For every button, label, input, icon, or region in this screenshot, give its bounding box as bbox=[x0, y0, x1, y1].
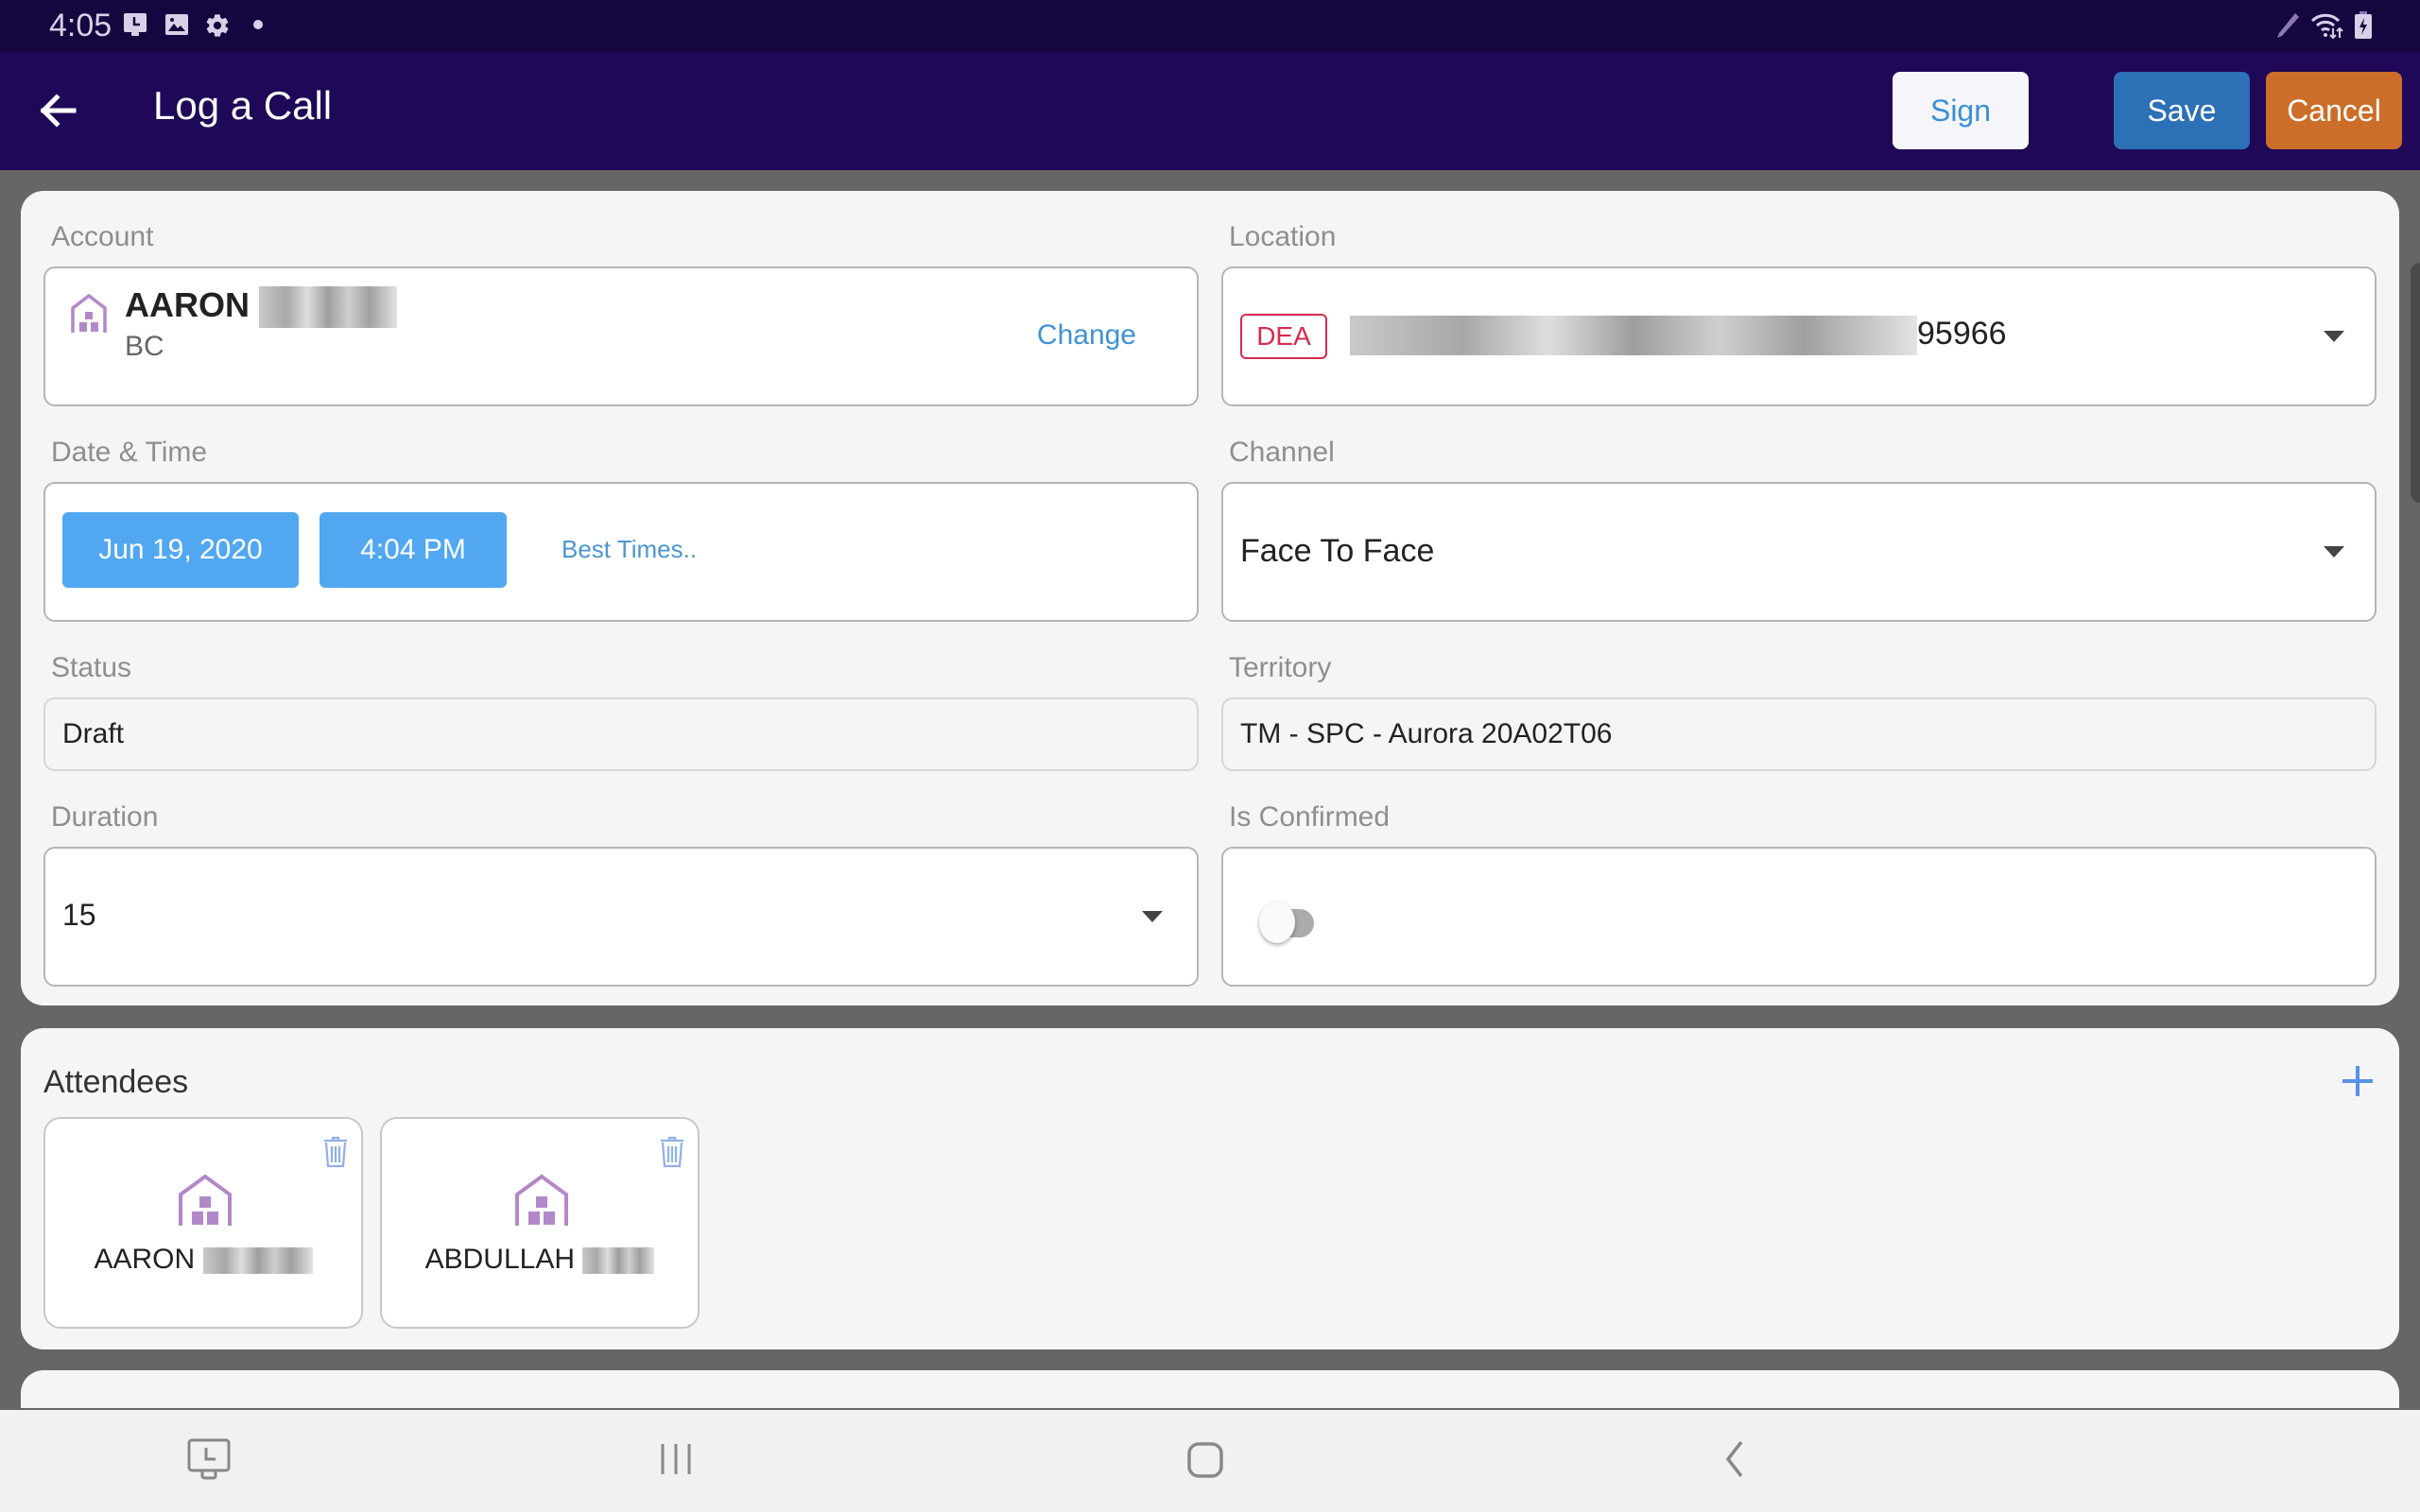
status-bar: 4:05 bbox=[0, 0, 2420, 51]
nav-screenshot-button[interactable] bbox=[185, 1438, 242, 1486]
location-label: Location bbox=[1229, 221, 1337, 252]
best-times-link[interactable]: Best Times.. bbox=[562, 535, 697, 564]
chevron-left-icon bbox=[1725, 1440, 1743, 1478]
chevron-down-icon bbox=[2324, 331, 2344, 342]
account-label: Account bbox=[51, 221, 154, 252]
redacted-text bbox=[259, 286, 398, 329]
next-section-card bbox=[21, 1370, 2399, 1408]
cancel-button[interactable]: Cancel bbox=[2266, 72, 2402, 149]
date-picker-button[interactable]: Jun 19, 2020 bbox=[62, 512, 299, 588]
redacted-text bbox=[202, 1247, 313, 1275]
recents-icon bbox=[661, 1444, 691, 1474]
trash-icon[interactable] bbox=[323, 1136, 348, 1168]
nav-back-button[interactable] bbox=[1711, 1438, 1768, 1486]
dea-badge: DEA bbox=[1240, 314, 1327, 359]
call-details-card: Account AARON BC Change Location DEA 959… bbox=[21, 191, 2399, 1005]
app-bar: Log a Call Sign Save Cancel bbox=[0, 51, 2420, 170]
location-dropdown[interactable]: DEA 95966 bbox=[1221, 266, 2377, 406]
wifi-data-icon bbox=[2310, 11, 2344, 40]
duration-value: 15 bbox=[62, 898, 96, 932]
settings-gear-icon bbox=[204, 12, 231, 39]
save-button[interactable]: Save bbox=[2114, 72, 2250, 149]
attendee-name: AARON bbox=[45, 1244, 361, 1276]
arrow-left-icon bbox=[40, 94, 77, 128]
system-nav-bar bbox=[0, 1410, 2420, 1512]
image-icon bbox=[164, 12, 189, 37]
scrollbar-handle[interactable] bbox=[2411, 263, 2420, 503]
plus-icon bbox=[2342, 1066, 2373, 1096]
account-house-icon bbox=[179, 1174, 232, 1226]
account-subtitle: BC bbox=[125, 331, 164, 362]
back-button[interactable] bbox=[34, 87, 81, 134]
date-time-field: Jun 19, 2020 4:04 PM Best Times.. bbox=[43, 482, 1199, 622]
screenshot-icon bbox=[123, 12, 147, 37]
is-confirmed-label: Is Confirmed bbox=[1229, 801, 1391, 833]
nav-home-button[interactable] bbox=[1182, 1438, 1238, 1486]
attendee-card[interactable]: AARON bbox=[43, 1117, 363, 1329]
attendee-card[interactable]: ABDULLAH bbox=[380, 1117, 700, 1329]
attendees-title: Attendees bbox=[43, 1064, 189, 1100]
is-confirmed-toggle[interactable] bbox=[1259, 902, 1316, 943]
territory-value: TM - SPC - Aurora 20A02T06 bbox=[1240, 718, 1613, 749]
pen-icon bbox=[2276, 11, 2301, 40]
notification-dot-icon bbox=[253, 20, 263, 29]
attendee-name: ABDULLAH bbox=[382, 1244, 698, 1276]
nav-recents-button[interactable] bbox=[652, 1438, 709, 1486]
account-field[interactable]: AARON BC Change bbox=[43, 266, 1199, 406]
date-time-label: Date & Time bbox=[51, 437, 208, 468]
chevron-down-icon bbox=[2324, 546, 2344, 558]
change-account-link[interactable]: Change bbox=[1037, 319, 1136, 352]
status-field: Draft bbox=[43, 697, 1199, 771]
screenshot-icon bbox=[187, 1438, 231, 1480]
account-name: AARON bbox=[125, 285, 398, 329]
sign-button[interactable]: Sign bbox=[1893, 72, 2029, 149]
duration-label: Duration bbox=[51, 801, 159, 833]
home-icon bbox=[1187, 1442, 1223, 1478]
attendees-card: Attendees AARON ABDULLAH bbox=[21, 1028, 2399, 1349]
channel-label: Channel bbox=[1229, 437, 1335, 468]
add-attendee-button[interactable] bbox=[2339, 1062, 2377, 1100]
toggle-knob bbox=[1259, 902, 1295, 943]
battery-charging-icon bbox=[2354, 11, 2373, 40]
redacted-text bbox=[582, 1247, 655, 1275]
redacted-text bbox=[1350, 316, 1917, 356]
account-house-icon bbox=[71, 293, 107, 333]
page-title: Log a Call bbox=[153, 83, 333, 128]
location-address: 95966 bbox=[1350, 316, 2007, 356]
status-label: Status bbox=[51, 652, 132, 683]
is-confirmed-field bbox=[1221, 847, 2377, 987]
status-time: 4:05 bbox=[49, 8, 112, 43]
channel-dropdown[interactable]: Face To Face bbox=[1221, 482, 2377, 622]
time-picker-button[interactable]: 4:04 PM bbox=[320, 512, 507, 588]
channel-value: Face To Face bbox=[1240, 533, 1435, 569]
duration-dropdown[interactable]: 15 bbox=[43, 847, 1199, 987]
territory-field: TM - SPC - Aurora 20A02T06 bbox=[1221, 697, 2377, 771]
territory-label: Territory bbox=[1229, 652, 1332, 683]
trash-icon[interactable] bbox=[660, 1136, 684, 1168]
account-house-icon bbox=[515, 1174, 568, 1226]
chevron-down-icon bbox=[1142, 911, 1163, 922]
status-value: Draft bbox=[62, 718, 125, 749]
